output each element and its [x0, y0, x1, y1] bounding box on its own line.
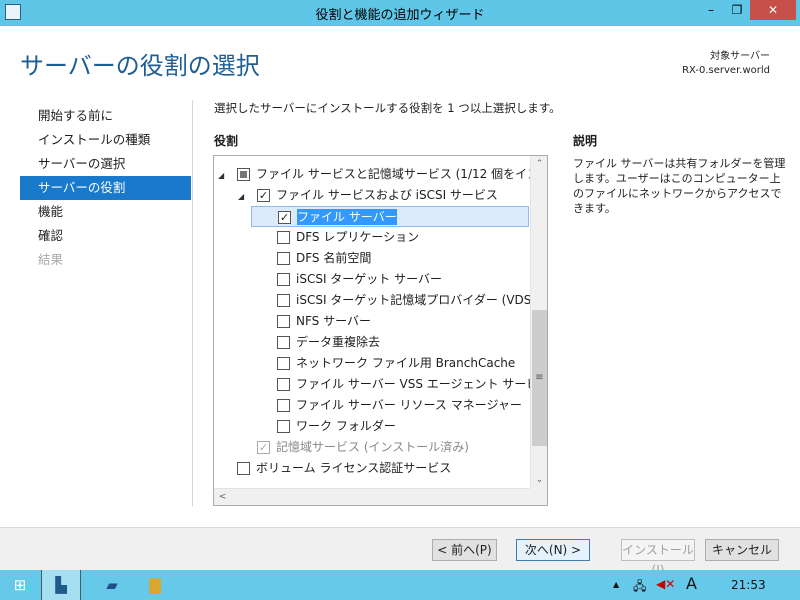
nav-item[interactable]: インストールの種類 — [20, 128, 191, 152]
role-label: ファイル サービスと記憶域サービス (1/12 個をインストール済み) — [256, 167, 548, 181]
nav-item[interactable]: サーバーの役割 — [20, 176, 191, 200]
role-item[interactable]: DFS 名前空間 — [214, 248, 529, 269]
network-icon[interactable]: 🖧 — [633, 577, 646, 598]
role-label: ネットワーク ファイル用 BranchCache — [296, 356, 516, 370]
horizontal-scrollbar[interactable]: < > — [214, 488, 547, 505]
target-server-label: 対象サーバー — [710, 51, 770, 62]
role-checkbox[interactable] — [277, 420, 290, 433]
wizard-nav: 開始する前に インストールの種類 サーバーの選択 サーバーの役割 機能 確認結果 — [20, 104, 191, 272]
role-label: DFS 名前空間 — [296, 251, 372, 265]
role-item[interactable]: iSCSI ターゲット記憶域プロバイダー (VDS および VSS) — [214, 290, 547, 311]
role-checkbox[interactable] — [277, 315, 290, 328]
page-title: サーバーの役割の選択 — [20, 52, 260, 80]
intro-text: 選択したサーバーにインストールする役割を 1 つ以上選択します。 — [214, 101, 561, 115]
role-label: NFS サーバー — [296, 314, 371, 328]
role-checkbox[interactable] — [237, 462, 250, 475]
role-item[interactable]: ◢ ファイル サービスと記憶域サービス (1/12 個をインストール済み) — [214, 164, 547, 186]
install-button[interactable]: インストール(I) — [621, 539, 695, 577]
vertical-scrollbar[interactable]: ⌃ ≡ ⌄ — [530, 156, 547, 489]
role-item[interactable]: ネットワーク ファイル用 BranchCache — [214, 353, 529, 374]
role-item[interactable]: NFS サーバー — [214, 311, 529, 332]
scroll-down-icon[interactable]: ⌄ — [531, 472, 547, 489]
expand-arrow-icon[interactable]: ◢ — [238, 186, 244, 207]
server-manager-taskbar-icon[interactable]: ▙ — [41, 570, 81, 600]
role-label: ファイル サービスおよび iSCSI サービス — [276, 188, 498, 202]
prev-button[interactable]: < 前へ(P) — [432, 539, 497, 561]
role-label: ボリューム ライセンス認証サービス — [256, 461, 452, 475]
role-item[interactable]: ファイル サーバー リソース マネージャー — [214, 395, 529, 416]
role-checkbox[interactable] — [277, 357, 290, 370]
role-item[interactable]: iSCSI ターゲット サーバー — [214, 269, 529, 290]
close-button[interactable]: ✕ — [750, 0, 796, 20]
volume-muted-icon[interactable]: ◀✕ — [656, 577, 675, 591]
nav-item[interactable]: 開始する前に — [20, 104, 191, 128]
role-checkbox[interactable] — [277, 252, 290, 265]
maximize-button[interactable]: ❐ — [724, 0, 750, 20]
role-checkbox[interactable] — [237, 168, 250, 181]
scroll-corner — [530, 488, 547, 505]
role-label: iSCSI ターゲット サーバー — [296, 272, 442, 286]
role-checkbox[interactable]: ✓ — [278, 211, 291, 224]
role-checkbox: ✓ — [257, 441, 270, 454]
ime-indicator[interactable]: A — [686, 574, 697, 593]
role-item[interactable]: ボリューム ライセンス認証サービス — [214, 458, 529, 479]
role-item[interactable]: ✓ 記憶域サービス (インストール済み) — [214, 437, 529, 458]
show-hidden-icons[interactable]: ▲ — [613, 580, 619, 589]
role-item[interactable]: ファイル サーバー VSS エージェント サービス — [214, 374, 547, 395]
target-server-name: RX-0.server.world — [682, 65, 770, 76]
role-checkbox[interactable] — [277, 273, 290, 286]
role-checkbox[interactable] — [277, 336, 290, 349]
scroll-up-icon[interactable]: ⌃ — [531, 156, 547, 173]
description-text: ファイル サーバーは共有フォルダーを管理します。ユーザーはこのコンピューター上の… — [573, 157, 786, 215]
role-checkbox[interactable] — [277, 231, 290, 244]
role-label: ワーク フォルダー — [296, 419, 396, 433]
cancel-button[interactable]: キャンセル — [705, 539, 779, 561]
role-label: DFS レプリケーション — [296, 230, 420, 244]
role-label: ファイル サーバー VSS エージェント サービス — [296, 377, 548, 391]
start-button[interactable]: ⊞ — [0, 570, 40, 600]
role-item[interactable]: ◢ ✓ ファイル サービスおよび iSCSI サービス — [214, 185, 529, 206]
role-item[interactable]: データ重複除去 — [214, 332, 529, 353]
footer: < 前へ(P) 次へ(N) > インストール(I) キャンセル — [0, 527, 800, 577]
role-label: 記憶域サービス (インストール済み) — [276, 440, 469, 454]
role-item[interactable]: DFS レプリケーション — [214, 227, 529, 248]
role-label: iSCSI ターゲット記憶域プロバイダー (VDS および VSS) — [296, 293, 547, 307]
role-item[interactable]: ✓ ファイル サーバー — [251, 206, 529, 227]
taskbar: ⊞ ▙ ▰ ▇ ▲ 🖧 ◀✕ A 21:53 — [0, 570, 800, 600]
powershell-taskbar-icon[interactable]: ▰ — [92, 570, 132, 600]
scroll-left-icon[interactable]: < — [214, 489, 231, 505]
role-label: ファイル サーバー リソース マネージャー — [296, 398, 522, 412]
role-checkbox[interactable] — [277, 399, 290, 412]
next-button[interactable]: 次へ(N) > — [516, 539, 590, 561]
window-title: 役割と機能の追加ウィザード — [315, 8, 485, 23]
role-checkbox[interactable] — [277, 378, 290, 391]
nav-item[interactable]: 確認 — [20, 224, 191, 248]
roles-label: 役割 — [214, 134, 239, 148]
roles-tree[interactable]: ◢ ファイル サービスと記憶域サービス (1/12 個をインストール済み) ◢ ✓ ファ… — [213, 155, 548, 506]
role-checkbox[interactable] — [277, 294, 290, 307]
nav-item[interactable]: サーバーの選択 — [20, 152, 191, 176]
explorer-taskbar-icon[interactable]: ▇ — [135, 570, 175, 600]
nav-item[interactable]: 機能 — [20, 200, 191, 224]
clock[interactable]: 21:53 — [731, 578, 766, 592]
scroll-thumb[interactable]: ≡ — [532, 310, 547, 446]
title-bar: 役割と機能の追加ウィザード – ❐ ✕ — [0, 0, 800, 26]
role-label: データ重複除去 — [296, 335, 381, 349]
target-server: 対象サーバー RX-0.server.world — [682, 50, 770, 78]
nav-item: 結果 — [38, 252, 64, 267]
expand-arrow-icon[interactable]: ◢ — [218, 165, 224, 186]
role-checkbox[interactable]: ✓ — [257, 189, 270, 202]
divider — [192, 100, 193, 506]
description-label: 説明 — [573, 134, 598, 148]
role-item[interactable]: ワーク フォルダー — [214, 416, 529, 437]
role-label: ファイル サーバー — [297, 209, 397, 225]
minimize-button[interactable]: – — [698, 0, 724, 20]
